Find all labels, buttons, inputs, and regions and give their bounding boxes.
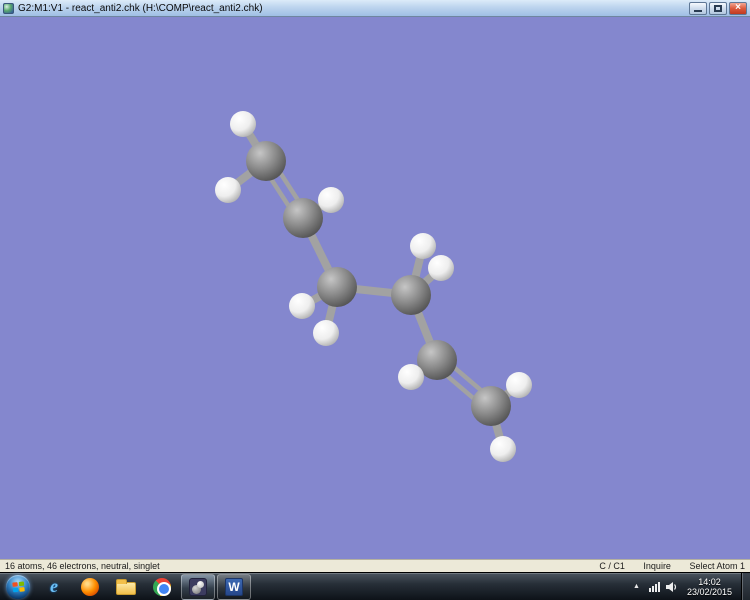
atom-H-10[interactable] xyxy=(428,255,454,281)
atom-C-3[interactable] xyxy=(283,198,323,238)
window-controls: × xyxy=(689,1,747,15)
gaussview-taskbar-button[interactable] xyxy=(181,573,215,600)
chrome-icon[interactable] xyxy=(145,574,179,600)
atom-H-2[interactable] xyxy=(215,177,241,203)
atom-C-8[interactable] xyxy=(391,275,431,315)
atom-H-7[interactable] xyxy=(313,320,339,346)
atom-H-0[interactable] xyxy=(230,111,256,137)
status-right-group: C / C1 Inquire Select Atom 1 xyxy=(583,561,745,571)
windows-flag-icon xyxy=(11,581,25,592)
gaussview-app-icon xyxy=(3,2,14,14)
show-desktop-button[interactable] xyxy=(741,572,750,600)
taskbar: e W ▲ 14:02 23/02/2015 xyxy=(0,572,750,600)
status-selection: Select Atom 1 xyxy=(689,561,745,571)
volume-icon[interactable] xyxy=(665,581,677,592)
atom-H-6[interactable] xyxy=(289,293,315,319)
status-bar: 16 atoms, 46 electrons, neutral, singlet… xyxy=(0,559,750,572)
atom-C-13[interactable] xyxy=(471,386,511,426)
title-bar[interactable]: G2:M1:V1 - react_anti2.chk (H:\COMP\reac… xyxy=(0,0,750,17)
windows-explorer-icon[interactable] xyxy=(109,574,143,600)
firefox-icon[interactable] xyxy=(73,574,107,600)
close-button[interactable]: × xyxy=(729,1,747,15)
atom-H-15[interactable] xyxy=(490,436,516,462)
molecule-viewport[interactable] xyxy=(0,17,750,559)
atom-H-12[interactable] xyxy=(398,364,424,390)
gaussview-icon xyxy=(189,577,207,596)
molecule-model[interactable] xyxy=(0,17,750,559)
maximize-button[interactable] xyxy=(709,1,727,15)
status-mode: Inquire xyxy=(643,561,671,571)
taskbar-clock[interactable]: 14:02 23/02/2015 xyxy=(680,577,741,597)
start-button[interactable] xyxy=(6,574,30,599)
clock-time: 14:02 xyxy=(698,576,721,587)
clock-date: 23/02/2015 xyxy=(686,586,732,597)
status-atom-type: C / C1 xyxy=(599,561,625,571)
network-icon[interactable] xyxy=(648,581,660,592)
word-taskbar-button[interactable]: W xyxy=(217,573,251,600)
atom-H-9[interactable] xyxy=(410,233,436,259)
atom-H-14[interactable] xyxy=(506,372,532,398)
show-hidden-icons-button[interactable]: ▲ xyxy=(627,583,646,590)
internet-explorer-icon[interactable]: e xyxy=(37,574,71,600)
system-tray: ▲ 14:02 23/02/2015 xyxy=(627,572,750,600)
atom-C-5[interactable] xyxy=(317,267,357,307)
word-icon: W xyxy=(225,577,243,596)
atom-C-1[interactable] xyxy=(246,141,286,181)
atom-H-4[interactable] xyxy=(318,187,344,213)
status-molecule-info: 16 atoms, 46 electrons, neutral, singlet xyxy=(5,561,160,571)
window-title: G2:M1:V1 - react_anti2.chk (H:\COMP\reac… xyxy=(18,2,263,14)
gaussview-window: G2:M1:V1 - react_anti2.chk (H:\COMP\reac… xyxy=(0,0,750,600)
minimize-button[interactable] xyxy=(689,1,707,15)
